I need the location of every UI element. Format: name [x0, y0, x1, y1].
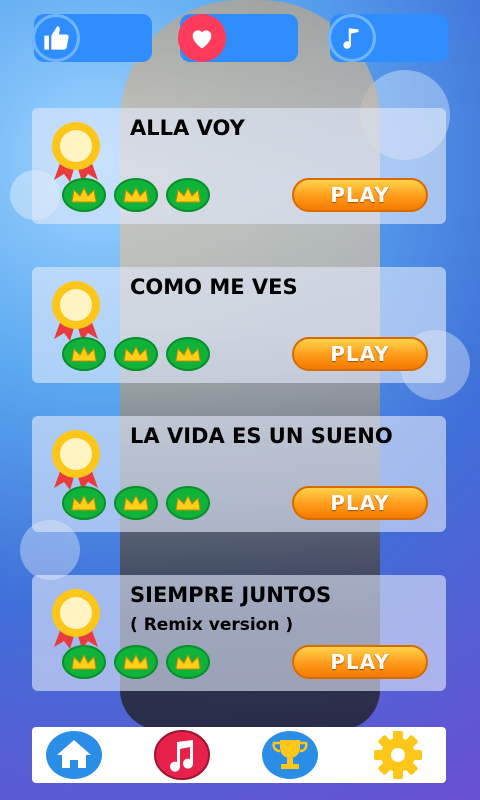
heart-icon	[178, 14, 226, 62]
song-card: COMO ME VES PLAY	[32, 267, 446, 383]
song-card: SIEMPRE JUNTOS ( Remix version ) PLAY	[32, 575, 446, 691]
play-button[interactable]: PLAY	[292, 486, 428, 520]
song-title: COMO ME VES	[130, 275, 298, 299]
crown-rating	[62, 178, 210, 212]
play-button[interactable]: PLAY	[292, 178, 428, 212]
song-card: LA VIDA ES UN SUENO PLAY	[32, 416, 446, 532]
nav-home-button[interactable]	[44, 729, 104, 781]
crown-rating	[62, 337, 210, 371]
nav-music-button[interactable]	[152, 729, 212, 781]
crown-icon	[114, 645, 158, 679]
song-card: ALLA VOY PLAY	[32, 108, 446, 224]
song-title: SIEMPRE JUNTOS	[130, 583, 332, 607]
medal-icon	[52, 589, 100, 649]
home-icon	[46, 731, 102, 779]
trophy-icon	[262, 731, 318, 779]
music-stat[interactable]	[328, 14, 448, 62]
play-button[interactable]: PLAY	[292, 337, 428, 371]
music-note-icon	[328, 14, 376, 62]
thumbs-up-icon	[32, 14, 80, 62]
medal-icon	[52, 430, 100, 490]
crown-icon	[62, 337, 106, 371]
crown-icon	[114, 178, 158, 212]
crown-icon	[166, 486, 210, 520]
play-button[interactable]: PLAY	[292, 645, 428, 679]
crown-rating	[62, 486, 210, 520]
gear-icon	[374, 731, 422, 779]
music-app-icon	[154, 730, 210, 780]
nav-settings-button[interactable]	[368, 729, 428, 781]
crown-icon	[62, 645, 106, 679]
crown-icon	[114, 337, 158, 371]
crown-icon	[114, 486, 158, 520]
song-subtitle: ( Remix version )	[130, 615, 294, 635]
medal-icon	[52, 122, 100, 182]
crown-icon	[166, 645, 210, 679]
nav-trophy-button[interactable]	[260, 729, 320, 781]
crown-icon	[166, 178, 210, 212]
crown-icon	[166, 337, 210, 371]
crown-icon	[62, 486, 106, 520]
song-title: LA VIDA ES UN SUENO	[130, 424, 393, 448]
crown-rating	[62, 645, 210, 679]
medal-icon	[52, 281, 100, 341]
favorites-stat[interactable]	[178, 14, 298, 62]
crown-icon	[62, 178, 106, 212]
like-stat[interactable]	[32, 14, 152, 62]
song-title: ALLA VOY	[130, 116, 245, 140]
bottom-nav	[32, 727, 446, 783]
